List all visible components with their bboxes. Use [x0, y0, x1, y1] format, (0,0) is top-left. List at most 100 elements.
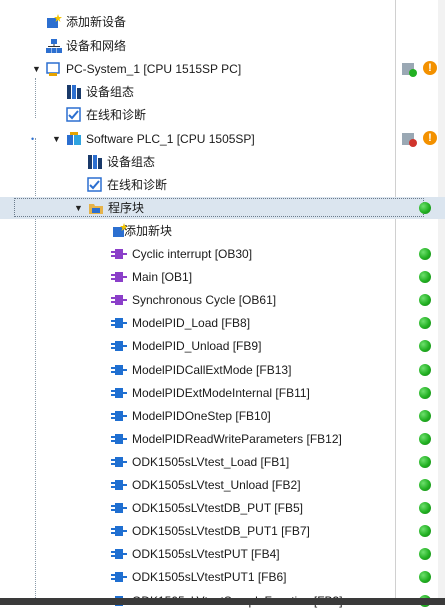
tree-item-pc-online-diag[interactable]: 在线和诊断 [0, 104, 445, 126]
tree-item-devices-networks[interactable]: 设备和网络 [0, 35, 445, 57]
status-ok-icon [419, 502, 431, 515]
status-ok-icon [419, 455, 431, 468]
bottom-border [0, 598, 445, 605]
status-ok-icon [419, 340, 431, 353]
tree-item-block[interactable]: ModelPIDCallExtMode [FB13] [0, 359, 445, 381]
add-device-icon [47, 14, 62, 28]
tree-item-label: ModelPID_Unload [FB9] [132, 339, 262, 354]
tree-item-label: Cyclic interrupt [OB30] [132, 247, 253, 261]
compare-status-icon [402, 63, 417, 77]
tree-item-block[interactable]: ODK1505sLVtestDB_PUT1 [FB7] [0, 520, 445, 542]
software-plc-icon [67, 132, 81, 145]
status-ok-icon [419, 548, 431, 561]
status-ok-icon [419, 386, 431, 399]
warning-icon: ! [423, 131, 437, 145]
status-ok-icon [419, 317, 431, 330]
tree-item-label: 添加新块 [124, 224, 173, 238]
tree-item-block[interactable]: ODK1505sLVtestDB_PUT [FB5] [0, 497, 445, 519]
project-tree: 添加新设备 设备和网络 ▼ PC-System_1 [CPU 1515SP PC… [0, 0, 445, 608]
status-ok-icon [419, 271, 431, 284]
tree-item-block[interactable]: ModelPID_Unload [FB9] [0, 335, 445, 357]
tree-item-label: PC-System_1 [CPU 1515SP PC] [66, 62, 242, 76]
tree-item-label: ODK1505sLVtestPUT1 [FB6] [132, 570, 287, 585]
function-block-icon [111, 456, 127, 467]
tree-item-pc-system[interactable]: ▼ PC-System_1 [CPU 1515SP PC] ! [0, 58, 445, 80]
network-icon [46, 39, 62, 53]
tree-item-label: ODK1505sLVtest_Load [FB1] [132, 454, 290, 469]
tree-item-label: ModelPID_Load [FB8] [132, 316, 251, 331]
function-block-icon [111, 526, 127, 537]
expand-arrow-icon[interactable]: ▼ [52, 134, 61, 144]
tree-item-label: 在线和诊断 [86, 108, 147, 122]
status-ok-icon [419, 202, 431, 214]
status-ok-icon [419, 432, 431, 445]
tree-item-label: Synchronous Cycle [OB61] [132, 293, 277, 308]
device-config-icon [88, 155, 102, 169]
expand-arrow-icon[interactable]: ▼ [32, 64, 41, 74]
tree-item-block[interactable]: ODK1505sLVtestPUT1 [FB6] [0, 566, 445, 588]
organization-block-icon [111, 295, 127, 306]
tree-item-software-plc[interactable]: • ▼ Software PLC_1 [CPU 1505SP] ! [0, 128, 445, 150]
status-ok-icon [419, 363, 431, 376]
status-ok-icon [419, 525, 431, 538]
tree-item-block[interactable]: Cyclic interrupt [OB30] [0, 243, 445, 265]
pc-station-icon [46, 62, 60, 76]
function-block-icon [111, 318, 127, 329]
tree-item-add-device[interactable]: 添加新设备 [0, 11, 445, 33]
tree-item-block[interactable]: ModelPIDReadWriteParameters [FB12] [0, 428, 445, 450]
function-block-icon [111, 410, 127, 421]
tree-item-label: 设备和网络 [66, 39, 127, 53]
tree-item-label: ModelPIDReadWriteParameters [FB12] [132, 431, 342, 446]
tree-item-block[interactable]: Main [OB1] [0, 266, 445, 288]
online-diagnostics-icon [66, 107, 81, 122]
program-blocks-folder-icon [89, 204, 103, 214]
tree-item-label: Software PLC_1 [CPU 1505SP] [86, 132, 255, 146]
status-ok-icon [419, 571, 431, 584]
tree-item-label: 设备组态 [107, 155, 156, 169]
function-block-icon [111, 549, 127, 560]
function-block-icon [111, 503, 127, 514]
tree-item-label: 程序块 [108, 201, 145, 215]
function-block-icon [111, 341, 127, 352]
tree-item-label: ODK1505sLVtest_Unload [FB2] [132, 478, 301, 492]
status-ok-icon [419, 409, 431, 422]
function-block-icon [111, 572, 127, 583]
tree-item-label: 设备组态 [86, 85, 135, 99]
tree-connector-icon: • [31, 134, 35, 144]
tree-item-add-new-block[interactable]: 添加新块 [0, 220, 445, 242]
online-diagnostics-icon [87, 177, 102, 192]
tree-item-plc-device-config[interactable]: 设备组态 [0, 151, 445, 173]
tree-item-label: 在线和诊断 [107, 178, 168, 192]
tree-item-label: 添加新设备 [66, 15, 127, 29]
tree-item-label: ODK1505sLVtestDB_PUT [FB5] [132, 501, 303, 516]
tree-item-label: ModelPIDCallExtMode [FB13] [132, 362, 292, 377]
tree-item-block[interactable]: ModelPIDExtModeInternal [FB11] [0, 382, 445, 404]
tree-item-program-blocks[interactable]: ▼ 程序块 [0, 197, 445, 219]
function-block-icon [111, 387, 127, 398]
tree-item-label: ModelPIDOneStep [FB10] [132, 408, 271, 423]
organization-block-icon [111, 272, 127, 283]
status-ok-icon [419, 248, 431, 260]
tree-item-block[interactable]: ModelPID_Load [FB8] [0, 312, 445, 334]
tree-item-block[interactable]: ODK1505sLVtest_Load [FB1] [0, 451, 445, 473]
tree-item-label: ODK1505sLVtestDB_PUT1 [FB7] [132, 524, 310, 539]
status-ok-icon [419, 479, 431, 491]
tree-item-block[interactable]: Synchronous Cycle [OB61] [0, 289, 445, 311]
tree-item-label: Main [OB1] [132, 270, 193, 285]
tree-item-plc-online-diag[interactable]: 在线和诊断 [0, 174, 445, 196]
tree-item-pc-device-config[interactable]: 设备组态 [0, 81, 445, 103]
organization-block-icon [111, 249, 127, 259]
function-block-icon [111, 480, 127, 490]
function-block-icon [111, 433, 127, 444]
warning-icon: ! [423, 61, 437, 75]
device-config-icon [67, 85, 81, 99]
compare-status-icon [402, 133, 417, 147]
status-ok-icon [419, 294, 431, 307]
tree-item-label: ModelPIDExtModeInternal [FB11] [132, 385, 310, 400]
tree-item-block[interactable]: ModelPIDOneStep [FB10] [0, 405, 445, 427]
function-block-icon [111, 364, 127, 375]
expand-arrow-icon[interactable]: ▼ [74, 203, 83, 213]
tree-item-block[interactable]: ODK1505sLVtest_Unload [FB2] [0, 474, 445, 496]
tree-item-label: ODK1505sLVtestPUT [FB4] [132, 547, 280, 562]
tree-item-block[interactable]: ODK1505sLVtestPUT [FB4] [0, 543, 445, 565]
